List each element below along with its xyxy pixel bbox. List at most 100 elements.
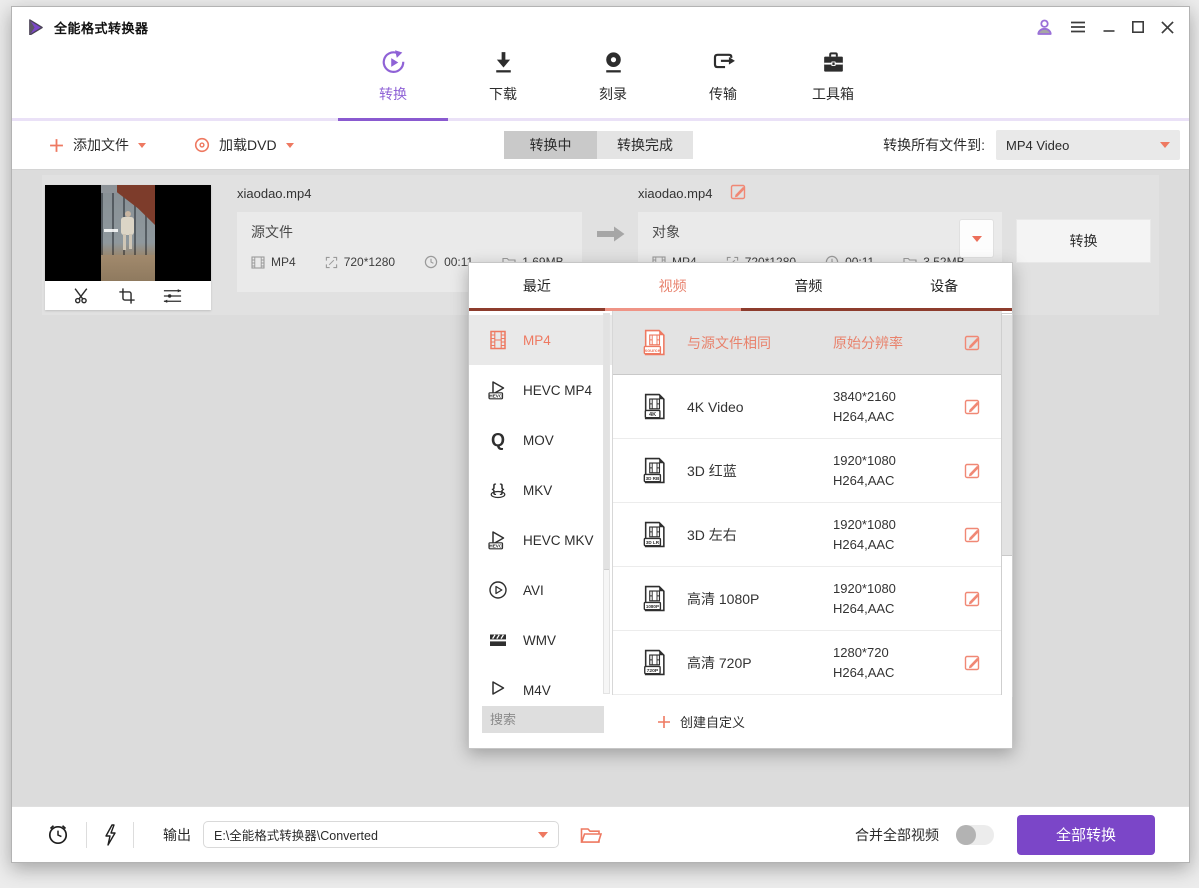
popup-tab-device[interactable]: 设备	[876, 263, 1012, 308]
format-label: HEVC MP4	[523, 383, 592, 398]
svg-text:HEVC: HEVC	[489, 394, 502, 399]
source-file-name: xiaodao.mp4	[237, 186, 311, 201]
target-format-dropdown-button[interactable]	[959, 219, 994, 258]
preset-specs: 1920*1080 H264,AAC	[833, 515, 964, 555]
svg-text:source: source	[645, 348, 661, 354]
wmv-clapper-icon	[488, 630, 508, 650]
preset-specs: 1280*720 H264,AAC	[833, 643, 964, 683]
nav-tab-download[interactable]: 下载	[448, 35, 558, 118]
preset-row-720p[interactable]: 720P 高清 720P 1280*720 H264,AAC	[613, 631, 1002, 695]
film-icon	[251, 256, 265, 269]
preset-specs: 3840*2160 H264,AAC	[833, 387, 964, 427]
nav-tab-convert[interactable]: 转换	[338, 35, 448, 118]
preset-row-1080p[interactable]: 1080P 高清 1080P 1920*1080 H264,AAC	[613, 567, 1002, 631]
svg-text:720P: 720P	[647, 668, 659, 674]
effects-sliders-icon[interactable]	[162, 287, 183, 305]
preset-file-icon-source: source	[641, 329, 668, 356]
format-item-hevc-mp4[interactable]: HEVC HEVC MP4	[469, 365, 612, 415]
preset-edit-icon[interactable]	[964, 590, 981, 607]
source-duration: 00:11	[424, 255, 473, 269]
preset-edit-icon[interactable]	[964, 526, 981, 543]
add-file-caret-icon[interactable]	[138, 143, 146, 148]
tab-converted[interactable]: 转换完成	[597, 131, 693, 159]
convert-all-button[interactable]: 全部转换	[1017, 815, 1155, 855]
menu-icon[interactable]	[1069, 19, 1087, 35]
preset-row-same-as-source[interactable]: source 与源文件相同 原始分辨率	[613, 311, 1002, 375]
nav-tab-toolbox[interactable]: 工具箱	[778, 35, 888, 118]
toolbox-icon	[820, 49, 847, 76]
video-preview-image	[101, 185, 155, 281]
preset-list-scrollbar[interactable]	[1001, 313, 1013, 697]
minimize-icon[interactable]	[1102, 20, 1116, 34]
tab-converting[interactable]: 转换中	[504, 131, 597, 159]
format-item-m4v[interactable]: M4V	[469, 665, 612, 696]
format-item-wmv[interactable]: WMV	[469, 615, 612, 665]
schedule-alarm-icon[interactable]	[46, 822, 70, 847]
convert-all-to-dropdown[interactable]: MP4 Video	[996, 130, 1180, 160]
avi-play-circle-icon	[488, 580, 508, 600]
load-dvd-caret-icon[interactable]	[286, 143, 294, 148]
preset-edit-icon[interactable]	[964, 398, 981, 415]
merge-all-toggle[interactable]	[956, 825, 994, 845]
plus-icon	[657, 715, 671, 729]
rename-edit-icon[interactable]	[730, 183, 747, 200]
format-item-mkv[interactable]: { } MKV	[469, 465, 612, 515]
add-file-button[interactable]: 添加文件	[49, 121, 146, 169]
nav-label-download: 下载	[489, 84, 517, 104]
tab-converting-label: 转换中	[530, 135, 572, 155]
nav-tab-burn[interactable]: 刻录	[558, 35, 668, 118]
format-label: MOV	[523, 433, 554, 448]
popup-tab-video[interactable]: 视频	[605, 263, 741, 308]
convert-icon	[380, 49, 407, 76]
convert-button[interactable]: 转换	[1016, 219, 1151, 263]
format-item-mp4[interactable]: MP4	[469, 315, 612, 365]
preset-row-3d-lr[interactable]: 3D LR 3D 左右 1920*1080 H264,AAC	[613, 503, 1002, 567]
add-file-label: 添加文件	[73, 135, 129, 155]
preset-row-4k[interactable]: 4K 4K Video 3840*2160 H264,AAC	[613, 375, 1002, 439]
target-file-name: xiaodao.mp4	[638, 186, 712, 201]
preset-edit-icon[interactable]	[964, 334, 981, 351]
format-label: M4V	[523, 683, 551, 697]
open-folder-icon[interactable]	[580, 826, 602, 844]
crop-icon[interactable]	[118, 287, 136, 305]
preset-file-icon-720p: 720P	[641, 649, 668, 676]
popup-tab-audio[interactable]: 音频	[741, 263, 877, 308]
divider	[133, 822, 134, 848]
account-icon[interactable]	[1035, 18, 1054, 37]
create-custom-button[interactable]: 创建自定义	[657, 695, 745, 748]
format-item-hevc-mkv[interactable]: HEVC HEVC MKV	[469, 515, 612, 565]
format-picker-popup: 最近 视频 音频 设备 MP4	[468, 262, 1013, 749]
nav-label-toolbox: 工具箱	[812, 84, 854, 104]
preset-name: 3D 红蓝	[687, 461, 833, 481]
svg-text:Q: Q	[491, 430, 505, 450]
close-icon[interactable]	[1160, 20, 1175, 35]
search-input[interactable]	[482, 706, 604, 733]
format-item-mov[interactable]: Q MOV	[469, 415, 612, 465]
popup-footer: 创建自定义	[469, 695, 1012, 748]
preset-file-icon-3d-lr: 3D LR	[641, 521, 668, 548]
plus-icon	[49, 138, 64, 153]
preset-edit-icon[interactable]	[964, 462, 981, 479]
app-title: 全能格式转换器	[54, 18, 149, 37]
svg-text:{ }: { }	[492, 482, 505, 496]
preset-row-3d-rb[interactable]: 3D RB 3D 红蓝 1920*1080 H264,AAC	[613, 439, 1002, 503]
maximize-icon[interactable]	[1131, 20, 1145, 34]
nav-label-transfer: 传输	[709, 84, 737, 104]
output-path-dropdown[interactable]: E:\全能格式转换器\Converted	[203, 821, 559, 848]
preset-name: 3D 左右	[687, 525, 833, 545]
high-speed-icon[interactable]	[102, 823, 118, 847]
nav-tab-transfer[interactable]: 传输	[668, 35, 778, 118]
popup-tabs: 最近 视频 音频 设备	[469, 263, 1012, 311]
preset-edit-icon[interactable]	[964, 654, 981, 671]
preset-name: 与源文件相同	[687, 333, 833, 353]
preset-name: 高清 1080P	[687, 589, 833, 609]
format-item-avi[interactable]: AVI	[469, 565, 612, 615]
preset-specs: 1920*1080 H264,AAC	[833, 579, 964, 619]
load-dvd-button[interactable]: 加载DVD	[194, 121, 294, 169]
format-list: MP4 HEVC HEVC MP4 Q	[469, 311, 612, 696]
popup-tab-recent[interactable]: 最近	[469, 263, 605, 308]
main-nav: 转换 下载 刻录	[12, 35, 1189, 121]
trim-scissors-icon[interactable]	[73, 286, 92, 305]
format-list-scrollbar[interactable]	[603, 313, 610, 694]
divider	[86, 822, 87, 848]
